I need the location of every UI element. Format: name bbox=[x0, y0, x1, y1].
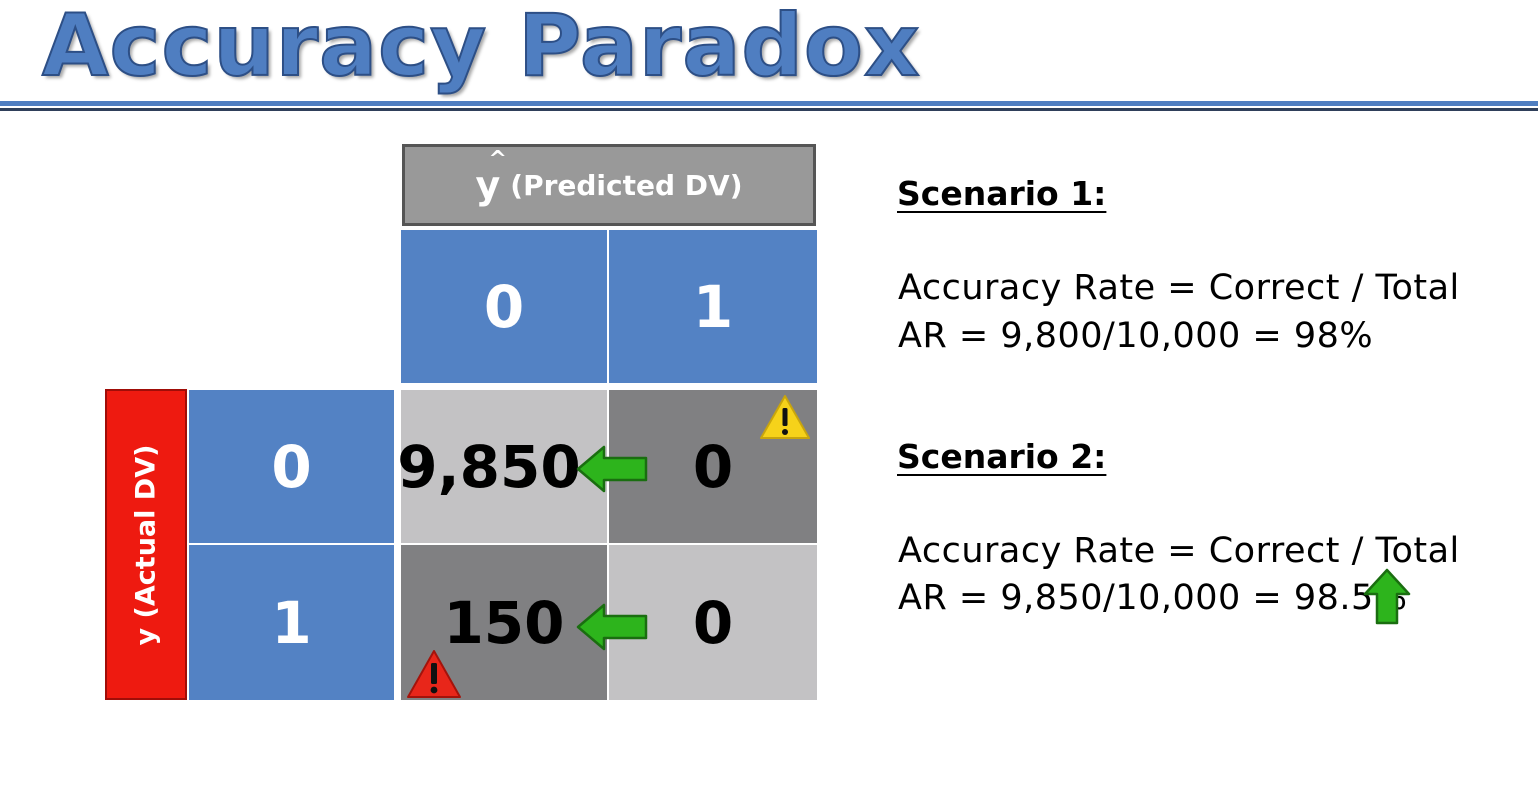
red-warning-icon bbox=[407, 650, 461, 698]
actual-class-1: 1 bbox=[189, 545, 394, 700]
green-up-arrow-icon bbox=[1363, 568, 1411, 625]
scenario-2-result: AR = 9,850/10,000 = 98.5% bbox=[898, 578, 1408, 618]
slide-title: Accuracy Paradox bbox=[41, 0, 921, 97]
actual-dv-label: y (Actual DV) bbox=[130, 444, 162, 645]
predicted-class-0: 0 bbox=[401, 230, 607, 383]
scenario-2-formula: Accuracy Rate = Correct / Total bbox=[898, 531, 1460, 571]
actual-dv-header: y (Actual DV) bbox=[105, 389, 187, 700]
y-hat-symbol: y ^ bbox=[475, 147, 507, 207]
green-left-arrow-icon bbox=[576, 603, 648, 651]
predicted-dv-header: y ^ (Predicted DV) bbox=[402, 144, 816, 226]
yellow-warning-icon bbox=[760, 395, 810, 439]
predicted-class-1: 1 bbox=[609, 230, 817, 383]
scenario-1-result: AR = 9,800/10,000 = 98% bbox=[898, 316, 1374, 356]
green-left-arrow-icon bbox=[576, 445, 648, 493]
title-underline bbox=[0, 101, 1538, 106]
scenario-1-formula: Accuracy Rate = Correct / Total bbox=[898, 268, 1460, 308]
actual-class-0: 0 bbox=[189, 390, 394, 543]
predicted-dv-label: (Predicted DV) bbox=[510, 168, 743, 202]
scenario-2-title: Scenario 2: bbox=[897, 437, 1107, 476]
scenario-1-title: Scenario 1: bbox=[897, 174, 1107, 213]
title-underline-dark bbox=[0, 108, 1538, 111]
